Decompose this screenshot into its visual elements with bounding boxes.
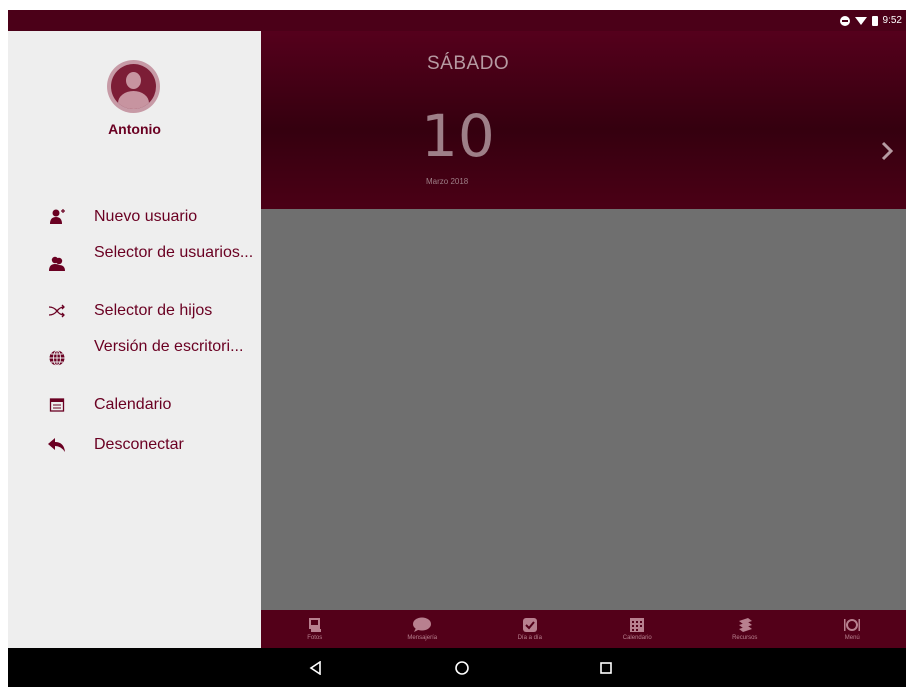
nav-recents-button[interactable] — [596, 658, 616, 678]
month-year: Marzo 2018 — [426, 177, 469, 186]
nav-home-button[interactable] — [452, 658, 472, 678]
menu-item-label: Desconectar — [94, 436, 184, 453]
tab-calendario[interactable]: Calendario — [584, 610, 692, 648]
system-nav-bar — [8, 648, 906, 687]
day-name: SÁBADO — [427, 53, 510, 74]
tab-mensajeria[interactable]: Mensajería — [369, 610, 477, 648]
photos-icon — [308, 618, 321, 632]
tab-label: Día a día — [517, 635, 542, 641]
do-not-disturb-icon — [839, 15, 850, 26]
users-icon — [48, 255, 66, 273]
status-bar: 9:52 — [8, 10, 906, 31]
date-header: SÁBADO 10 Marzo 2018 — [261, 31, 906, 209]
tab-label: Menú — [844, 635, 860, 641]
tab-menu[interactable]: Menú — [799, 610, 906, 648]
calendar-icon — [48, 396, 66, 414]
back-triangle-icon — [309, 661, 321, 675]
day-number: 10 — [421, 102, 495, 170]
tab-label: Recursos — [732, 635, 758, 641]
username: Antonio — [108, 121, 161, 137]
menu-item-label: Versión de escritori... — [94, 338, 244, 355]
tab-dia-a-dia[interactable]: Día a día — [476, 610, 584, 648]
menu-item-label: Selector de usuarios... — [94, 244, 254, 261]
status-icons: 9:52 — [839, 13, 902, 28]
user-avatar-icon — [111, 64, 156, 109]
menu-item-selector-usuarios[interactable]: Selector de usuarios... — [8, 241, 261, 287]
back-arrow-icon — [48, 436, 66, 454]
battery-icon — [871, 15, 878, 26]
recents-square-icon — [600, 662, 612, 674]
navigation-drawer: Antonio Nuevo usuario Selector de usuari… — [8, 31, 261, 648]
tab-fotos[interactable]: Fotos — [261, 610, 369, 648]
bottom-tab-bar: Fotos Mensajería Día a día Calendario Re… — [261, 610, 906, 648]
home-circle-icon — [455, 661, 469, 675]
books-icon — [738, 618, 752, 632]
menu-item-desconectar[interactable]: Desconectar — [8, 433, 261, 457]
globe-icon — [48, 349, 66, 367]
tab-recursos[interactable]: Recursos — [691, 610, 799, 648]
menu-item-label: Nuevo usuario — [94, 208, 198, 225]
status-time: 9:52 — [882, 15, 902, 26]
check-icon — [522, 618, 537, 632]
nav-back-button[interactable] — [306, 658, 326, 678]
menu-item-selector-hijos[interactable]: Selector de hijos — [8, 299, 261, 323]
chevron-right-icon — [881, 141, 894, 161]
tab-label: Fotos — [307, 635, 323, 641]
avatar[interactable] — [107, 60, 160, 113]
add-user-icon — [48, 208, 66, 226]
shuffle-icon — [48, 302, 66, 320]
calendar-icon — [630, 618, 645, 632]
wifi-icon — [854, 16, 867, 25]
tab-label: Mensajería — [407, 635, 438, 641]
menu-food-icon — [844, 619, 861, 631]
next-day-button[interactable] — [878, 138, 896, 164]
chat-icon — [413, 617, 432, 632]
menu-item-label: Selector de hijos — [94, 302, 213, 319]
menu-item-label: Calendario — [94, 396, 172, 413]
app-frame: 9:52 SÁBADO 10 Marzo 2018 Fotos Mensajer… — [8, 10, 906, 687]
menu-item-nuevo-usuario[interactable]: Nuevo usuario — [8, 205, 261, 229]
tab-label: Calendario — [622, 635, 652, 641]
menu-item-calendario[interactable]: Calendario — [8, 393, 261, 417]
menu-item-version-escritorio[interactable]: Versión de escritori... — [8, 335, 261, 381]
